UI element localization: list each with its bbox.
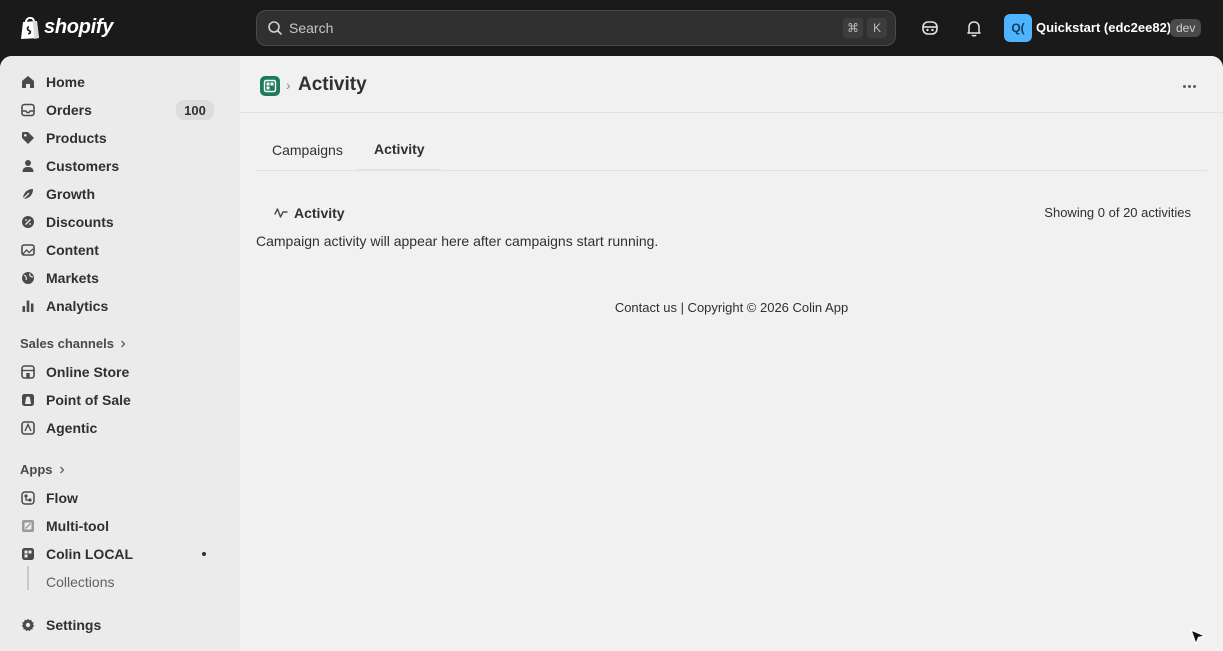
sidebar-item-markets[interactable]: Markets <box>12 264 226 292</box>
shopify-bag-icon <box>21 16 39 39</box>
sidebar-item-label: Agentic <box>46 420 98 436</box>
discount-icon <box>20 214 36 230</box>
tab-label: Campaigns <box>272 141 343 158</box>
more-dot <box>1182 84 1186 88</box>
sidekick-icon <box>922 21 938 35</box>
sidebar-item-multi-tool[interactable]: Multi-tool <box>12 512 226 540</box>
sidebar-item-colin-local[interactable]: Colin LOCAL <box>12 540 226 568</box>
sidebar-item-label: Customers <box>46 158 120 174</box>
activity-icon <box>274 208 288 218</box>
sidebar-item-label: Online Store <box>46 364 130 380</box>
store-icon <box>20 364 36 380</box>
sidebar-item-content[interactable]: Content <box>12 236 226 264</box>
shortcut-key-cmd: ⌘ <box>843 18 863 38</box>
chevron-right-icon <box>59 466 64 473</box>
agentic-icon <box>20 420 36 436</box>
globe-icon <box>20 270 36 286</box>
bar-chart-icon <box>20 298 36 314</box>
empty-state-message: Campaign activity will appear here after… <box>256 233 659 249</box>
shortcut-key-k: K <box>867 18 887 38</box>
notifications-button[interactable] <box>962 16 986 40</box>
breadcrumb-separator: › <box>286 77 291 93</box>
footer: Contact us | Copyright © 2026 Colin App <box>614 300 849 315</box>
flow-icon <box>20 490 36 506</box>
sidebar-item-label: Home <box>46 74 85 90</box>
tab-bar: Campaigns Activity <box>256 128 1207 171</box>
more-actions-button[interactable] <box>1175 74 1203 98</box>
sidebar-item-growth[interactable]: Growth <box>12 180 226 208</box>
sidebar-item-online-store[interactable]: Online Store <box>12 358 226 386</box>
sidebar-item-discounts[interactable]: Discounts <box>12 208 226 236</box>
section-heading-label: Sales channels <box>20 336 114 351</box>
sidebar-item-settings[interactable]: Settings <box>12 611 226 639</box>
sub-nav-line <box>27 566 29 590</box>
tab-label: Activity <box>374 140 425 157</box>
app-icon[interactable] <box>260 76 280 96</box>
sidebar-item-label: Colin LOCAL <box>46 546 134 562</box>
orders-icon <box>20 102 36 118</box>
env-badge: dev <box>1170 19 1202 37</box>
sidebar-item-home[interactable]: Home <box>12 68 226 96</box>
app-grid-icon <box>263 79 277 93</box>
sidebar-item-products[interactable]: Products <box>12 124 226 152</box>
sidebar-item-flow[interactable]: Flow <box>12 484 226 512</box>
tab-activity[interactable]: Activity <box>358 128 441 171</box>
gear-icon <box>20 617 36 633</box>
app-frame: Home Orders 100 Products Customers Growt… <box>0 56 1223 651</box>
home-icon <box>20 74 36 90</box>
person-icon <box>20 158 36 174</box>
sidebar-item-agentic[interactable]: Agentic <box>12 414 226 442</box>
sidebar-item-label: Content <box>46 242 99 258</box>
sidebar-item-orders[interactable]: Orders 100 <box>12 96 226 124</box>
pos-icon <box>20 392 36 408</box>
more-dot <box>1187 84 1191 88</box>
activity-count: Showing 0 of 20 activities <box>1044 205 1191 220</box>
sidebar: Home Orders 100 Products Customers Growt… <box>0 56 240 651</box>
section-title: Activity <box>294 205 345 221</box>
section-heading-label: Apps <box>20 462 53 477</box>
app-grid-icon <box>20 546 36 562</box>
sales-channels-heading[interactable]: Sales channels <box>20 336 128 351</box>
mouse-cursor-icon <box>1190 629 1206 645</box>
sidebar-item-label: Growth <box>46 186 95 202</box>
activity-section-heading: Activity <box>274 205 345 221</box>
page-title: Activity <box>298 74 367 95</box>
tag-icon <box>20 130 36 146</box>
sidebar-item-label: Orders <box>46 102 92 118</box>
sidebar-item-label: Discounts <box>46 214 114 230</box>
main-content: › Activity Campaigns Activity Activity S… <box>240 56 1223 651</box>
store-name[interactable]: Quickstart (edc2ee82) <box>1036 20 1171 35</box>
sidebar-item-customers[interactable]: Customers <box>12 152 226 180</box>
sidebar-item-analytics[interactable]: Analytics <box>12 292 226 320</box>
growth-icon <box>20 186 36 202</box>
bell-icon <box>967 20 981 36</box>
apps-heading[interactable]: Apps <box>20 462 67 477</box>
tab-campaigns[interactable]: Campaigns <box>256 128 359 171</box>
sidebar-item-label: Products <box>46 130 107 146</box>
orders-count-badge: 100 <box>176 100 214 120</box>
search-shortcut: ⌘ K <box>843 18 887 38</box>
sidebar-item-label: Markets <box>46 270 99 286</box>
top-bar: shopify Search ⌘ K Q( Quickstart (edc2ee… <box>0 0 1223 56</box>
sidebar-item-label: Point of Sale <box>46 392 131 408</box>
more-dot <box>1192 84 1196 88</box>
content-icon <box>20 242 36 258</box>
sidekick-button[interactable] <box>918 16 942 40</box>
sidebar-item-label: Settings <box>46 617 102 633</box>
page-header: › Activity <box>240 56 1223 113</box>
search-icon <box>268 21 282 35</box>
active-app-indicator <box>202 552 206 556</box>
search-placeholder: Search <box>289 20 334 36</box>
sidebar-item-label: Analytics <box>46 298 109 314</box>
sidebar-subitem-collections[interactable]: Collections <box>46 574 114 590</box>
multitool-icon <box>20 518 36 534</box>
sidebar-item-label: Flow <box>46 490 78 506</box>
sidebar-item-label: Multi-tool <box>46 518 109 534</box>
brand-wordmark: shopify <box>44 16 114 38</box>
chevron-right-icon <box>120 340 126 347</box>
store-avatar[interactable]: Q( <box>1004 14 1032 42</box>
sidebar-item-point-of-sale[interactable]: Point of Sale <box>12 386 226 414</box>
search-input[interactable]: Search ⌘ K <box>256 10 896 46</box>
shopify-logo[interactable]: shopify <box>19 15 113 40</box>
